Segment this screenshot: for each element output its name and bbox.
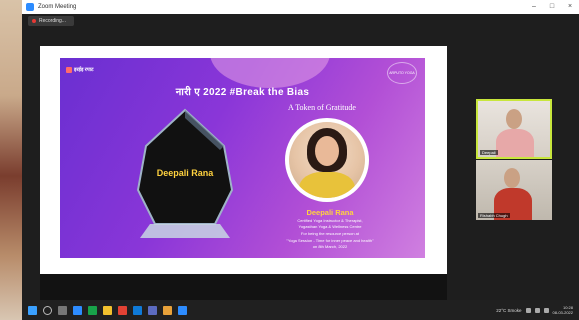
window-title: Zoom Meeting [38, 4, 77, 10]
screen-share-area: इरईइ रपाट ARPUTO YOGA नारी ए 2022 #Break… [40, 46, 447, 274]
files-icon[interactable] [163, 305, 172, 315]
close-button[interactable]: × [561, 0, 579, 14]
clock-date: 08-03-2022 [552, 310, 573, 315]
zoom-taskbar-icon[interactable] [178, 305, 187, 315]
maximize-button[interactable]: □ [543, 0, 561, 14]
participant-body [496, 129, 534, 157]
photo-frame-edge [0, 0, 22, 320]
presentation-slide: इरईइ रपाट ARPUTO YOGA नारी ए 2022 #Break… [60, 58, 425, 258]
participant-tile-active[interactable]: Deepali [476, 99, 552, 159]
recording-indicator[interactable]: Recording... [28, 16, 74, 26]
session-name: "Yoga Session - Time for inner peace and… [286, 238, 374, 243]
title-bar: Zoom Meeting – □ × [22, 0, 579, 14]
teams-icon[interactable] [148, 305, 157, 315]
slide-subtitle: A Token of Gratitude [288, 103, 356, 112]
office-icon[interactable] [118, 305, 127, 315]
honoree-name: Deepali Rana [306, 208, 354, 217]
honoree-photo [289, 122, 365, 198]
zoom-app-icon [26, 3, 34, 11]
minimize-button[interactable]: – [525, 0, 543, 14]
trophy-base [140, 224, 230, 238]
search-icon[interactable] [43, 305, 52, 315]
windows-taskbar: 22°C Smoke 10:28 08-03-2022 [22, 300, 579, 320]
university-logo-text: इरईइ रपाट [74, 67, 94, 73]
honoree-organization: Yogasthan Yoga & Wellness Centre [298, 224, 362, 229]
participant-head [504, 168, 520, 188]
photo-face [315, 136, 339, 166]
slide-headline: नारी ए 2022 #Break the Bias [175, 87, 310, 98]
weather-widget[interactable]: 22°C Smoke [496, 308, 521, 313]
recording-label: Recording... [39, 18, 66, 24]
thanks-line: For being the resource person at [300, 231, 360, 236]
participant-name: Deepali [480, 150, 498, 155]
battery-icon[interactable] [543, 307, 549, 313]
task-view-icon[interactable] [58, 305, 67, 315]
honoree-portrait [285, 118, 369, 202]
taskbar-clock[interactable]: 10:28 08-03-2022 [553, 305, 573, 315]
trophy-graphic: Deepali Rana [136, 108, 234, 238]
participant-name: Rishabh Chugh [478, 213, 510, 218]
volume-icon[interactable] [534, 307, 540, 313]
edge-icon[interactable] [133, 305, 142, 315]
participant-head [506, 109, 522, 129]
logo-mark-icon [66, 67, 72, 73]
zoom-icon[interactable] [73, 305, 82, 315]
zoom-meeting-window: Zoom Meeting – □ × Recording... इरईइ रपा… [22, 0, 579, 320]
yoga-centre-logo: ARPUTO YOGA [387, 62, 417, 84]
share-stage-footer [40, 274, 447, 300]
spotify-icon[interactable] [88, 305, 97, 315]
system-tray: 22°C Smoke 10:28 08-03-2022 [496, 305, 573, 315]
participant-tile[interactable]: Rishabh Chugh [476, 160, 552, 220]
session-date: on 8th March, 2022 [312, 244, 348, 249]
photo-body [299, 172, 355, 198]
start-icon[interactable] [28, 305, 37, 315]
yoga-centre-logo-text: ARPUTO YOGA [389, 71, 415, 75]
record-dot-icon [32, 19, 36, 23]
window-controls: – □ × [525, 0, 579, 14]
trophy-body [136, 108, 234, 225]
honoree-title: Certified Yoga Instructor & Therapist, [297, 218, 363, 223]
network-icon[interactable] [525, 307, 531, 313]
sticky-notes-icon[interactable] [103, 305, 112, 315]
university-logo: इरईइ रपाट [66, 67, 94, 73]
trophy-name: Deepali Rana [157, 168, 215, 178]
